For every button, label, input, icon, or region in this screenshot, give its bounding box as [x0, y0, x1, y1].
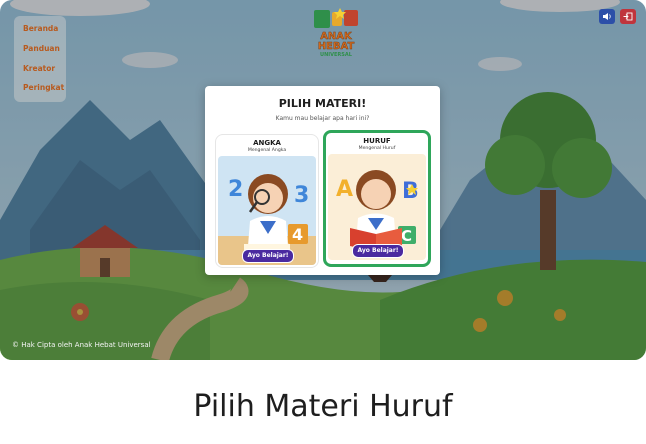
choose-material-modal: PILIH MATERI! Kamu mau belajar apa hari …	[205, 86, 440, 275]
sidebar-nav: Beranda Panduan Kreator Peringkat	[14, 16, 66, 102]
card-title: HURUF	[363, 137, 391, 145]
ayo-belajar-button[interactable]: Ayo Belajar!	[352, 244, 404, 258]
nav-item-beranda[interactable]: Beranda	[23, 24, 58, 33]
card-angka[interactable]: ANGKA Mengenal Angka 2 3 4 Ayo Belajar!	[215, 134, 319, 268]
speaker-icon	[603, 13, 611, 20]
svg-text:UNIVERSAL: UNIVERSAL	[320, 52, 353, 58]
svg-text:HEBAT: HEBAT	[318, 41, 355, 52]
copyright-text: © Hak Cipta oleh Anak Hebat Universal	[12, 341, 151, 349]
modal-title: PILIH MATERI!	[278, 97, 367, 110]
sound-button[interactable]	[599, 9, 615, 24]
modal-subtitle: Kamu mau belajar apa hari ini?	[275, 115, 370, 122]
svg-text:3: 3	[294, 183, 309, 208]
svg-text:2: 2	[228, 177, 243, 202]
nav-item-peringkat[interactable]: Peringkat	[23, 83, 64, 92]
logout-button[interactable]	[620, 9, 636, 24]
nav-item-panduan[interactable]: Panduan	[23, 44, 60, 53]
ayo-belajar-button[interactable]: Ayo Belajar!	[242, 249, 294, 263]
card-subtitle: Mengenal Huruf	[358, 146, 396, 151]
svg-text:4: 4	[292, 225, 303, 244]
nav-item-kreator[interactable]: Kreator	[23, 64, 55, 73]
logout-icon	[623, 12, 633, 21]
card-title: ANGKA	[253, 139, 281, 147]
app-screen: Beranda Panduan Kreator Peringkat ANAK H…	[0, 0, 646, 360]
caption-text: Pilih Materi Huruf	[193, 389, 453, 424]
svg-text:C: C	[401, 227, 412, 245]
card-huruf[interactable]: HURUF Mengenal Huruf A B C Ayo Belajar!	[323, 130, 431, 267]
card-subtitle: Mengenal Angka	[247, 148, 287, 153]
app-logo: ANAK HEBAT UNIVERSAL	[314, 8, 358, 58]
svg-text:A: A	[336, 177, 353, 202]
